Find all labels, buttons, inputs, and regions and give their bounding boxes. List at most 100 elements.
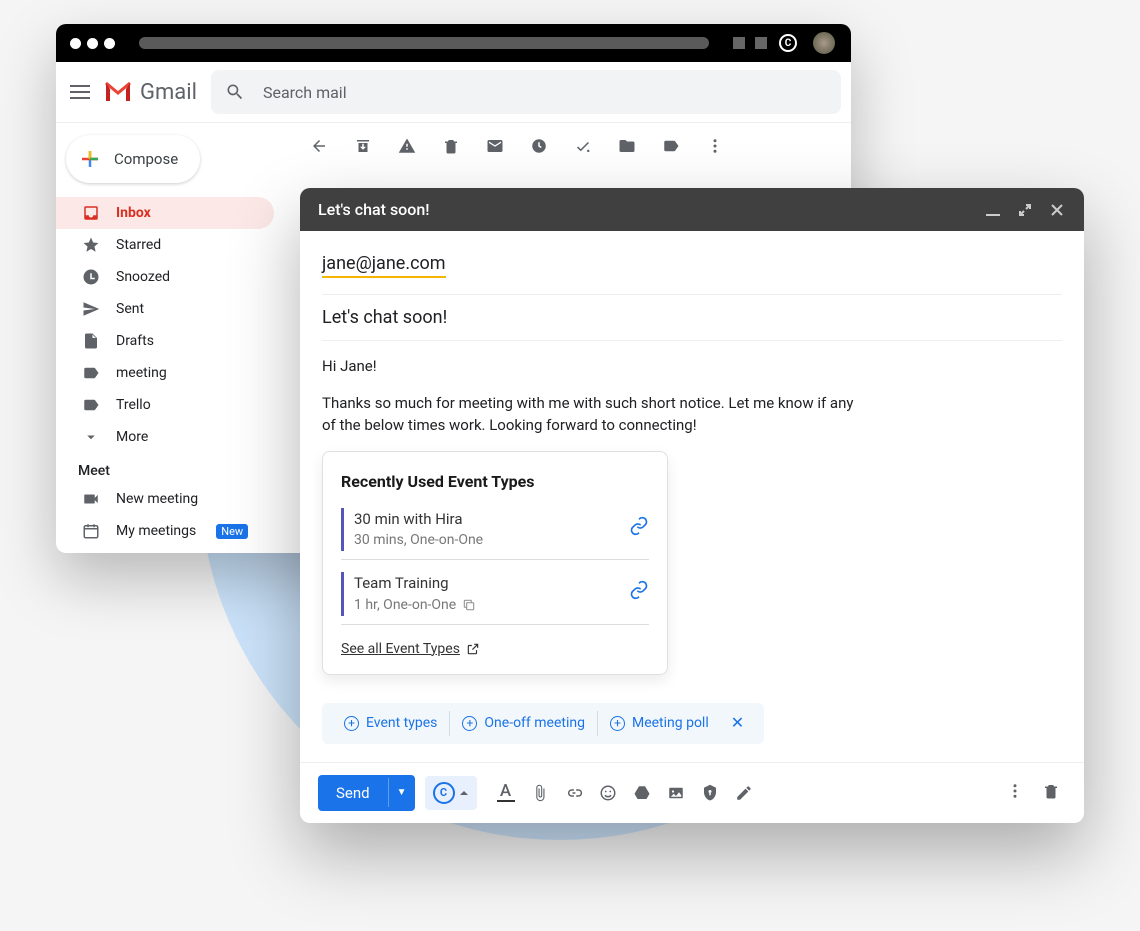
compose-body[interactable]: Hi Jane! Thanks so much for meeting with… bbox=[322, 341, 1062, 744]
sidebar-item-drafts[interactable]: Drafts bbox=[56, 325, 274, 357]
back-icon[interactable] bbox=[310, 137, 328, 155]
attach-icon[interactable] bbox=[531, 784, 549, 802]
event-type-item[interactable]: 30 min with Hira 30 mins, One-on-One bbox=[341, 508, 649, 552]
sidebar-item-trello[interactable]: Trello bbox=[56, 389, 274, 421]
sidebar-item-label: meeting bbox=[116, 365, 167, 381]
sidebar-item-label: Inbox bbox=[116, 205, 151, 221]
image-icon[interactable] bbox=[667, 784, 685, 802]
calendly-event-card: Recently Used Event Types 30 min with Hi… bbox=[322, 451, 668, 675]
label-icon bbox=[82, 396, 100, 414]
emoji-icon[interactable] bbox=[599, 784, 617, 802]
labels-icon[interactable] bbox=[662, 137, 680, 155]
event-type-item[interactable]: Team Training 1 hr, One-on-One bbox=[341, 572, 649, 616]
calendar-icon bbox=[82, 522, 100, 540]
more-options-icon[interactable] bbox=[1006, 782, 1024, 804]
discard-icon[interactable] bbox=[1042, 782, 1060, 804]
meet-section-label: Meet bbox=[56, 453, 286, 483]
link-icon[interactable] bbox=[565, 784, 583, 802]
send-button[interactable]: Send ▼ bbox=[318, 775, 415, 811]
move-icon[interactable] bbox=[618, 137, 636, 155]
sidebar-item-snoozed[interactable]: Snoozed bbox=[56, 261, 274, 293]
gmail-header: Gmail Search mail bbox=[56, 62, 851, 123]
clock-icon bbox=[82, 268, 100, 286]
formatting-icon[interactable]: A bbox=[497, 784, 515, 802]
snooze-icon[interactable] bbox=[530, 137, 548, 155]
copy-link-icon[interactable] bbox=[629, 508, 649, 543]
sidebar-item-inbox[interactable]: Inbox bbox=[56, 197, 274, 229]
calendly-toggle[interactable]: C bbox=[425, 776, 477, 810]
fullscreen-icon[interactable] bbox=[1016, 201, 1034, 219]
compose-label: Compose bbox=[114, 150, 178, 168]
profile-avatar[interactable] bbox=[811, 30, 837, 56]
minimize-icon[interactable] bbox=[984, 201, 1002, 219]
subject-field[interactable]: Let's chat soon! bbox=[322, 307, 447, 328]
calendly-extension-icon[interactable]: C bbox=[779, 34, 797, 52]
window-close-dot[interactable] bbox=[70, 38, 81, 49]
sidebar-item-my-meetings[interactable]: My meetings New bbox=[56, 515, 274, 547]
plus-circle-icon: + bbox=[610, 716, 625, 731]
window-minimize-dot[interactable] bbox=[87, 38, 98, 49]
label-icon bbox=[82, 364, 100, 382]
see-all-event-types-link[interactable]: See all Event Types bbox=[341, 639, 480, 660]
url-bar[interactable] bbox=[139, 37, 709, 49]
chip-close-icon[interactable]: ✕ bbox=[721, 711, 754, 735]
event-name: 30 min with Hira bbox=[354, 508, 629, 531]
send-icon bbox=[82, 300, 100, 318]
more-icon[interactable] bbox=[706, 137, 724, 155]
confidential-icon[interactable] bbox=[701, 784, 719, 802]
compose-title: Let's chat soon! bbox=[318, 200, 970, 219]
drive-icon[interactable] bbox=[633, 784, 651, 802]
delete-icon[interactable] bbox=[442, 137, 460, 155]
pen-icon[interactable] bbox=[735, 784, 753, 802]
calendly-icon: C bbox=[433, 782, 455, 804]
browser-titlebar: C bbox=[56, 24, 851, 62]
chevron-up-icon bbox=[459, 788, 469, 798]
chevron-down-icon bbox=[82, 428, 100, 446]
send-options-dropdown[interactable]: ▼ bbox=[388, 778, 415, 807]
close-icon[interactable] bbox=[1048, 201, 1066, 219]
sidebar-item-label: Snoozed bbox=[116, 269, 170, 285]
sidebar-item-label: My meetings bbox=[116, 523, 196, 539]
to-field[interactable]: jane@jane.com bbox=[322, 253, 446, 278]
sidebar-item-label: New meeting bbox=[116, 491, 198, 507]
body-text: Thanks so much for meeting with me with … bbox=[322, 392, 862, 437]
extension-icon[interactable] bbox=[755, 37, 767, 49]
add-task-icon[interactable] bbox=[574, 137, 592, 155]
plus-circle-icon: + bbox=[344, 716, 359, 731]
compose-titlebar[interactable]: Let's chat soon! bbox=[300, 188, 1084, 231]
compose-button[interactable]: Compose bbox=[66, 135, 200, 183]
archive-icon[interactable] bbox=[354, 137, 372, 155]
sidebar-item-sent[interactable]: Sent bbox=[56, 293, 274, 325]
extension-icon[interactable] bbox=[733, 37, 745, 49]
plus-icon bbox=[78, 147, 102, 171]
sidebar: Compose Inbox Starred Snoozed Sent Draft… bbox=[56, 123, 286, 553]
greeting-text: Hi Jane! bbox=[322, 355, 862, 378]
event-card-title: Recently Used Event Types bbox=[341, 470, 649, 494]
file-icon bbox=[82, 332, 100, 350]
sidebar-item-new-meeting[interactable]: New meeting bbox=[56, 483, 274, 515]
chip-one-off-meeting[interactable]: +One-off meeting bbox=[450, 711, 598, 736]
copy-link-icon[interactable] bbox=[629, 572, 649, 607]
chip-meeting-poll[interactable]: +Meeting poll bbox=[598, 711, 721, 736]
event-name: Team Training bbox=[354, 572, 629, 595]
event-detail: 30 mins, One-on-One bbox=[354, 530, 629, 551]
sidebar-item-more[interactable]: More bbox=[56, 421, 274, 453]
sidebar-item-label: Drafts bbox=[116, 333, 154, 349]
external-link-icon bbox=[466, 642, 480, 656]
chip-event-types[interactable]: +Event types bbox=[332, 711, 450, 736]
inbox-icon bbox=[82, 204, 100, 222]
search-input[interactable]: Search mail bbox=[211, 70, 841, 114]
plus-circle-icon: + bbox=[462, 716, 477, 731]
menu-icon[interactable] bbox=[70, 85, 90, 99]
sidebar-item-starred[interactable]: Starred bbox=[56, 229, 274, 261]
spam-icon[interactable] bbox=[398, 137, 416, 155]
star-icon bbox=[82, 236, 100, 254]
mark-unread-icon[interactable] bbox=[486, 137, 504, 155]
calendly-action-chips: +Event types +One-off meeting +Meeting p… bbox=[322, 703, 764, 744]
sidebar-item-meeting[interactable]: meeting bbox=[56, 357, 274, 389]
sidebar-item-label: Trello bbox=[116, 397, 151, 413]
copy-icon bbox=[462, 598, 476, 612]
sidebar-item-label: More bbox=[116, 429, 148, 445]
sidebar-item-label: Sent bbox=[116, 301, 144, 317]
window-maximize-dot[interactable] bbox=[104, 38, 115, 49]
